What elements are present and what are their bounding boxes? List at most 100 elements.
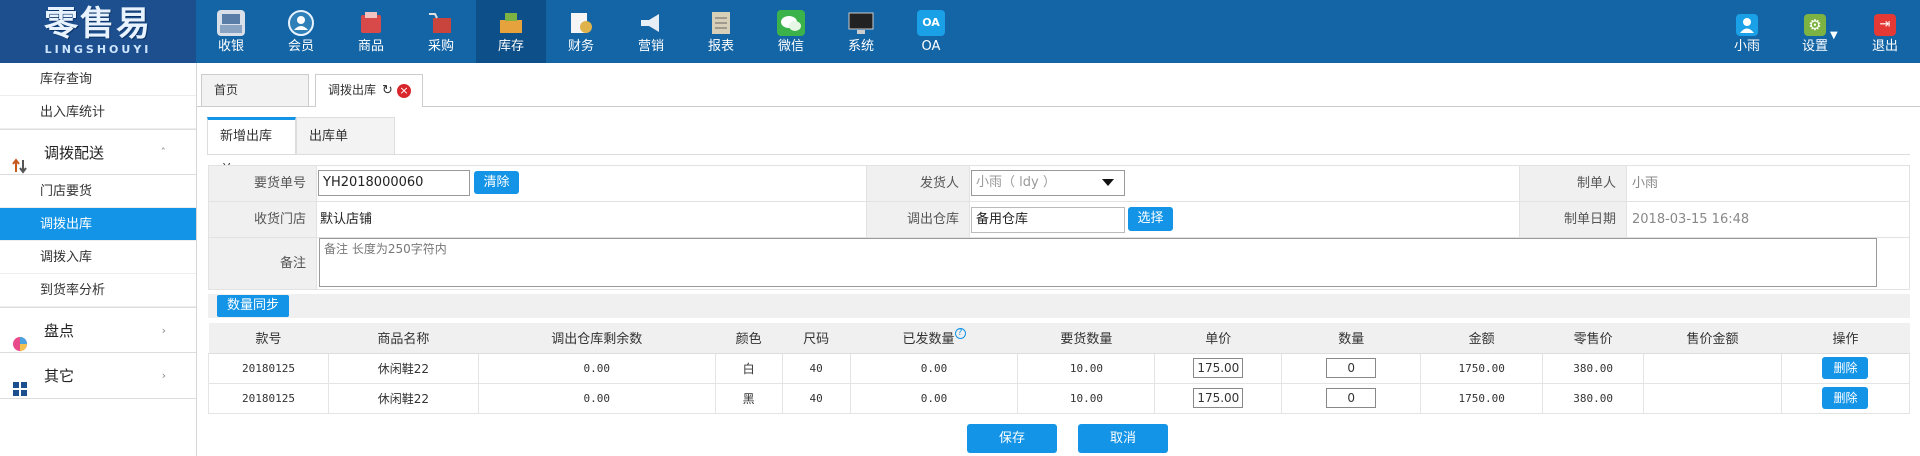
cell-requested: 10.00 — [1017, 382, 1156, 414]
user-icon — [1736, 14, 1758, 36]
sidebar-item-arrival-rate[interactable]: 到货率分析 — [0, 274, 196, 307]
col-header: 数量 — [1281, 323, 1421, 354]
warehouse-input[interactable]: 备用仓库 — [971, 207, 1125, 233]
shipper-value: 小雨（ ldy ） — [976, 175, 1056, 190]
cell-price: 175.00 — [1154, 382, 1283, 414]
table-row: 20180125 休闲鞋22 0.00 白 40 0.00 10.00 175.… — [208, 352, 1911, 384]
date-value: 2018-03-15 16:48 — [1632, 212, 1750, 227]
warehouse-label: 调出仓库 — [866, 202, 970, 237]
nav-label: 商品 — [357, 39, 384, 54]
cancel-button[interactable]: 取消 — [1078, 424, 1168, 453]
save-button[interactable]: 保存 — [967, 424, 1057, 453]
col-header-label: 已发数量 — [902, 332, 955, 348]
tab-home[interactable]: 首页 — [201, 74, 309, 106]
nav-marketing[interactable]: 营销 — [616, 0, 686, 63]
nav-finance[interactable]: 财务 — [546, 0, 616, 63]
nav-product[interactable]: 商品 — [336, 0, 406, 63]
logout-icon: ⇥ — [1874, 14, 1896, 36]
nav-report[interactable]: 报表 — [686, 0, 756, 63]
col-header: 尺码 — [782, 323, 851, 354]
nav-system[interactable]: 系统 — [826, 0, 896, 63]
col-header: 调出仓库剩余数 — [478, 323, 716, 354]
delete-button[interactable]: 删除 — [1822, 387, 1869, 409]
refresh-icon[interactable]: ↻ — [382, 76, 393, 106]
cell-price: 175.00 — [1154, 352, 1283, 384]
order-no-input[interactable]: YH2018000060 — [318, 170, 470, 196]
sidebar-group-transfer[interactable]: 调拨配送 ˆ — [0, 129, 196, 175]
nav-purchase[interactable]: 采购 — [406, 0, 476, 63]
product-icon — [357, 10, 385, 36]
sidebar-item-transfer-in[interactable]: 调拨入库 — [0, 241, 196, 274]
col-header: 单价 — [1154, 323, 1282, 354]
tab-transfer-out[interactable]: 调拨出库 ↻ × — [315, 74, 423, 107]
sync-quantity-button[interactable]: 数量同步 — [217, 295, 289, 317]
user-menu[interactable]: 小雨 — [1712, 0, 1782, 63]
cell-amount: 1750.00 — [1420, 382, 1544, 414]
items-table: 款号 商品名称 调出仓库剩余数 颜色 尺码 已发数量? 要货数量 单价 数量 金… — [208, 323, 1911, 414]
settings-menu[interactable]: ⚙ 设置 ▼ — [1780, 0, 1850, 63]
nav-oa[interactable]: OA OA — [896, 0, 966, 63]
cell-code: 20180125 — [208, 382, 329, 414]
col-header: 颜色 — [715, 323, 783, 354]
cell-sale-amount — [1643, 352, 1782, 384]
col-header: 金额 — [1420, 323, 1543, 354]
tab-order-list[interactable]: 出库单 — [296, 117, 395, 155]
sidebar-item-io-stats[interactable]: 出入库统计 — [0, 96, 196, 129]
chevron-right-icon: › — [161, 324, 166, 337]
sidebar-group-stocktake[interactable]: 盘点 › — [0, 307, 196, 353]
finance-icon — [567, 10, 595, 36]
nav-wechat[interactable]: 微信 — [756, 0, 826, 63]
remark-textarea[interactable]: 备注 长度为250字符内 — [319, 238, 1877, 287]
cell-action: 删除 — [1780, 382, 1911, 414]
logo-title: 零售易 — [44, 4, 152, 44]
quantity-input[interactable]: 0 — [1326, 358, 1377, 378]
nav-member[interactable]: 会员 — [266, 0, 336, 63]
price-input[interactable]: 175.00 — [1193, 388, 1244, 408]
settings-label: 设置 — [1801, 39, 1828, 54]
cell-sent: 0.00 — [849, 382, 1019, 414]
oa-icon: OA — [917, 10, 945, 36]
logout-button[interactable]: ⇥ 退出 — [1850, 0, 1920, 63]
sidebar-item-stock-query[interactable]: 库存查询 — [0, 63, 196, 96]
sidebar-group-other[interactable]: 其它 › — [0, 353, 196, 399]
cell-code: 20180125 — [208, 352, 329, 384]
cell-sent: 0.00 — [849, 352, 1019, 384]
cell-retail: 380.00 — [1542, 352, 1645, 384]
quantity-input[interactable]: 0 — [1326, 388, 1377, 408]
divider — [207, 154, 1910, 155]
logo: 零售易 LINGSHOUYI — [0, 0, 196, 63]
col-header: 售价金额 — [1643, 323, 1782, 354]
help-icon[interactable]: ? — [954, 328, 966, 340]
tab-label: 调拨出库 — [328, 83, 377, 97]
delete-button[interactable]: 删除 — [1822, 357, 1869, 379]
cell-sale-amount — [1643, 382, 1782, 414]
price-input[interactable]: 175.00 — [1193, 358, 1244, 378]
tab-new-order[interactable]: 新增出库单 — [207, 117, 296, 178]
toolbar — [208, 294, 1910, 318]
table-row: 20180125 休闲鞋22 0.00 黑 40 0.00 10.00 175.… — [208, 382, 1911, 414]
nav-label: 采购 — [427, 39, 454, 54]
grid-icon — [12, 369, 28, 396]
shipper-select[interactable]: 小雨（ ldy ） — [971, 170, 1125, 196]
megaphone-icon — [637, 10, 665, 36]
top-navbar: 零售易 LINGSHOUYI 收银 会员 商品 采购 库存 财务 营销 报表 微… — [0, 0, 1920, 63]
chevron-up-icon: ˆ — [160, 146, 167, 159]
page-tabs: 首页 调拨出库 ↻ × — [197, 63, 1920, 107]
sidebar-item-store-request[interactable]: 门店要货 — [0, 175, 196, 208]
chevron-right-icon: › — [161, 369, 166, 382]
cell-retail: 380.00 — [1542, 382, 1645, 414]
sidebar-item-transfer-out[interactable]: 调拨出库 — [0, 208, 196, 241]
cell-name: 休闲鞋22 — [327, 352, 479, 384]
maker-value: 小雨 — [1632, 176, 1659, 191]
clear-button[interactable]: 清除 — [474, 171, 519, 194]
store-label: 收货门店 — [209, 202, 317, 237]
nav-inventory[interactable]: 库存 — [476, 0, 546, 63]
sidebar-group-label: 调拨配送 — [44, 144, 105, 162]
close-icon[interactable]: × — [396, 83, 411, 98]
cell-action: 删除 — [1780, 352, 1911, 384]
cell-size: 40 — [781, 352, 851, 384]
select-warehouse-button[interactable]: 选择 — [1128, 207, 1173, 231]
nav-cashier[interactable]: 收银 — [196, 0, 266, 63]
col-header: 已发数量? — [850, 323, 1018, 354]
remark-label: 备注 — [209, 238, 317, 289]
